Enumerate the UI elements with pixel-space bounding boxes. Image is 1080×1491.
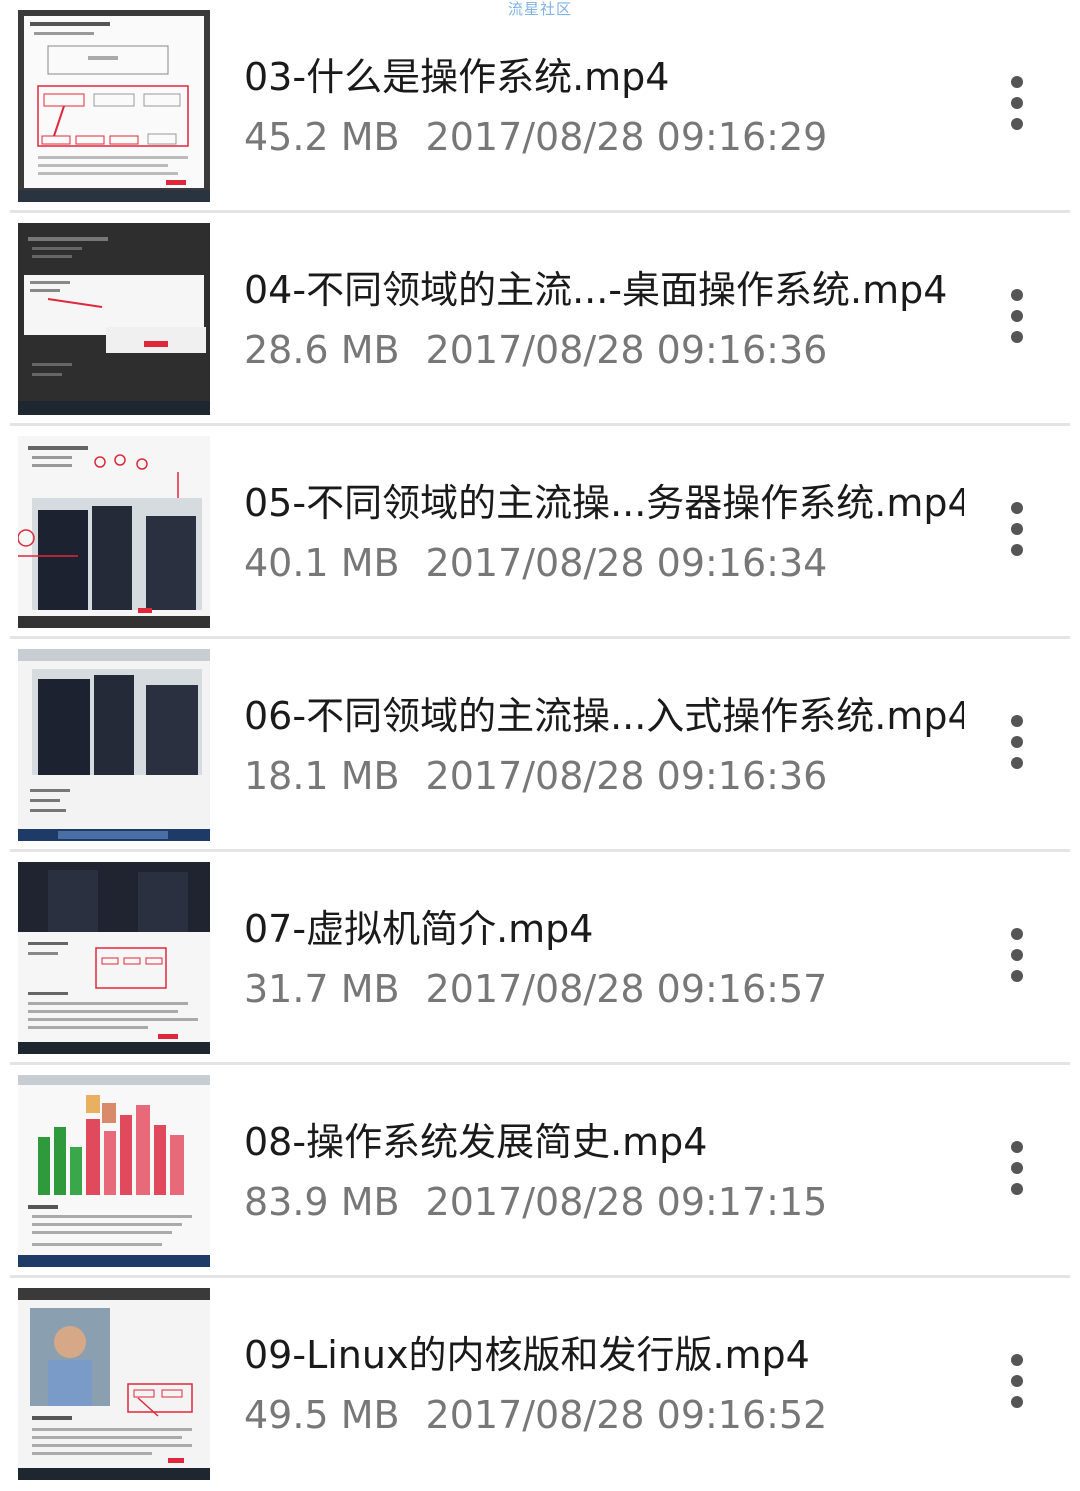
file-name: 07-虚拟机简介.mp4 xyxy=(244,907,594,951)
more-vertical-icon[interactable] xyxy=(992,920,1042,990)
file-meta: 49.5 MB 2017/08/28 09:16:52 xyxy=(244,1390,827,1440)
file-date: 2017/08/28 09:16:36 xyxy=(425,328,828,372)
video-thumbnail xyxy=(18,223,210,415)
file-date: 2017/08/28 09:17:15 xyxy=(425,1180,828,1224)
file-size: 18.1 MB xyxy=(244,754,400,798)
file-size: 40.1 MB xyxy=(244,541,400,585)
video-thumbnail xyxy=(18,10,210,202)
file-name: 06-不同领域的主流操...入式操作系统.mp4 xyxy=(244,694,964,738)
list-item[interactable]: 04-不同领域的主流...-桌面操作系统.mp4 28.6 MB 2017/08/… xyxy=(0,213,1080,426)
video-thumbnail xyxy=(18,862,210,1054)
more-vertical-icon[interactable] xyxy=(992,281,1042,351)
more-vertical-icon[interactable] xyxy=(992,1346,1042,1416)
file-meta: 40.1 MB 2017/08/28 09:16:34 xyxy=(244,538,827,588)
file-date: 2017/08/28 09:16:52 xyxy=(425,1393,828,1437)
list-item[interactable]: 05-不同领域的主流操...务器操作系统.mp4 40.1 MB 2017/08/… xyxy=(0,426,1080,639)
more-vertical-icon[interactable] xyxy=(992,707,1042,777)
list-item[interactable]: 03-什么是操作系统.mp4 45.2 MB 2017/08/28 09:16:2… xyxy=(0,0,1080,213)
video-thumbnail xyxy=(18,1288,210,1480)
file-name: 05-不同领域的主流操...务器操作系统.mp4 xyxy=(244,481,964,525)
video-thumbnail xyxy=(18,649,210,841)
more-vertical-icon[interactable] xyxy=(992,68,1042,138)
file-name: 03-什么是操作系统.mp4 xyxy=(244,55,670,99)
file-name: 09-Linux的内核版和发行版.mp4 xyxy=(244,1333,810,1377)
file-size: 45.2 MB xyxy=(244,115,400,159)
list-item[interactable]: 09-Linux的内核版和发行版.mp4 49.5 MB 2017/08/28 0… xyxy=(0,1278,1080,1491)
file-date: 2017/08/28 09:16:34 xyxy=(425,541,828,585)
file-meta: 45.2 MB 2017/08/28 09:16:29 xyxy=(244,112,827,162)
file-meta: 83.9 MB 2017/08/28 09:17:15 xyxy=(244,1177,827,1227)
file-date: 2017/08/28 09:16:57 xyxy=(425,967,828,1011)
file-size: 28.6 MB xyxy=(244,328,400,372)
video-thumbnail xyxy=(18,1075,210,1267)
list-item[interactable]: 08-操作系统发展简史.mp4 83.9 MB 2017/08/28 09:17:… xyxy=(0,1065,1080,1278)
file-date: 2017/08/28 09:16:36 xyxy=(425,754,828,798)
file-date: 2017/08/28 09:16:29 xyxy=(425,115,828,159)
file-meta: 31.7 MB 2017/08/28 09:16:57 xyxy=(244,964,827,1014)
file-size: 49.5 MB xyxy=(244,1393,400,1437)
file-meta: 18.1 MB 2017/08/28 09:16:36 xyxy=(244,751,827,801)
list-item[interactable]: 07-虚拟机简介.mp4 31.7 MB 2017/08/28 09:16:57 xyxy=(0,852,1080,1065)
list-item[interactable]: 06-不同领域的主流操...入式操作系统.mp4 18.1 MB 2017/08/… xyxy=(0,639,1080,852)
file-size: 31.7 MB xyxy=(244,967,400,1011)
video-thumbnail xyxy=(18,436,210,628)
file-meta: 28.6 MB 2017/08/28 09:16:36 xyxy=(244,325,827,375)
file-size: 83.9 MB xyxy=(244,1180,400,1224)
more-vertical-icon[interactable] xyxy=(992,494,1042,564)
more-vertical-icon[interactable] xyxy=(992,1133,1042,1203)
file-name: 08-操作系统发展简史.mp4 xyxy=(244,1120,708,1164)
file-name: 04-不同领域的主流...-桌面操作系统.mp4 xyxy=(244,268,948,312)
